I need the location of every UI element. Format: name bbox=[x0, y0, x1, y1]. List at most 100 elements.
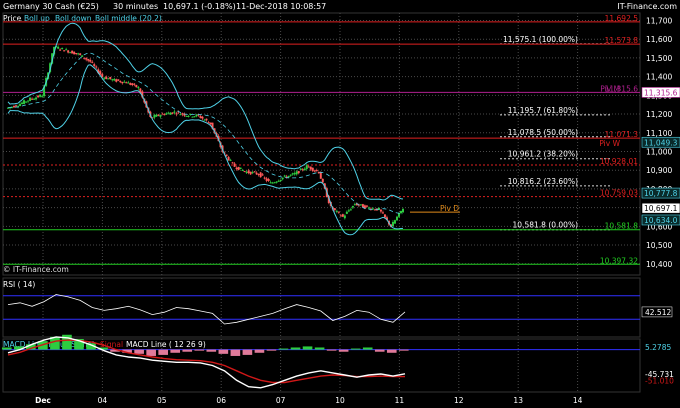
resistance-label: 11,573.8 bbox=[605, 36, 639, 45]
rsi-panel: RSI ( 14) 42.512 bbox=[2, 277, 673, 338]
macd-hist-bar bbox=[170, 349, 181, 353]
bollinger-up-line bbox=[7, 22, 404, 201]
fib-label: 10,961.2 (38.20%) bbox=[508, 150, 578, 159]
candle-body bbox=[63, 50, 66, 52]
candle-body bbox=[31, 98, 34, 100]
candle-body bbox=[235, 167, 238, 170]
candle-body bbox=[39, 94, 42, 97]
candle-body bbox=[121, 81, 124, 84]
candle-body bbox=[255, 172, 258, 175]
candle-body bbox=[133, 83, 136, 85]
macd-frame bbox=[2, 338, 641, 393]
candle-body bbox=[111, 79, 114, 81]
x-tick-label: 04 bbox=[98, 396, 108, 405]
macd-title-line: MACD Line ( 12 26 9) bbox=[126, 340, 206, 349]
candle-body bbox=[135, 84, 138, 88]
candle-body bbox=[303, 168, 306, 171]
candle-body bbox=[109, 76, 112, 80]
candle-body bbox=[399, 210, 402, 214]
candle-body bbox=[253, 171, 256, 173]
candle-body bbox=[349, 209, 352, 211]
candle-body bbox=[169, 112, 172, 115]
candle-body bbox=[75, 52, 78, 54]
resistance-label: 11,692.5 bbox=[605, 14, 639, 23]
candle-body bbox=[87, 59, 90, 61]
macd-hist-bar bbox=[254, 349, 265, 353]
macd-hist-bar bbox=[134, 349, 144, 354]
candle-body bbox=[107, 78, 110, 80]
candle-body bbox=[161, 113, 164, 115]
candle-body bbox=[83, 57, 86, 59]
candle-body bbox=[21, 102, 24, 105]
candle-body bbox=[175, 113, 178, 115]
candle-body bbox=[179, 114, 182, 116]
candle-body bbox=[209, 122, 212, 125]
rsi-frame bbox=[2, 277, 641, 338]
price-tick-label: 10,500 bbox=[646, 241, 672, 250]
macd-tick-label: -51.010 bbox=[645, 377, 674, 386]
price-tick-label: 11,200 bbox=[646, 110, 672, 119]
candle-body bbox=[59, 49, 62, 51]
candle-body bbox=[341, 214, 344, 217]
candle-body bbox=[297, 171, 300, 174]
candle-body bbox=[311, 167, 314, 171]
candle-body bbox=[233, 163, 236, 167]
header-bar bbox=[0, 0, 680, 12]
x-axis: Dec 04 05 06 07 10 11 12 13 14 bbox=[35, 396, 582, 405]
candle-body bbox=[345, 211, 348, 214]
candle-body bbox=[127, 82, 130, 84]
candle-body bbox=[105, 76, 108, 80]
candle-body bbox=[225, 154, 228, 157]
macd-hist-bar bbox=[386, 349, 397, 353]
candle-body bbox=[159, 115, 162, 117]
candle-body bbox=[347, 210, 350, 212]
candle-body bbox=[231, 162, 234, 164]
candle-body bbox=[229, 159, 232, 161]
candle-body bbox=[153, 115, 156, 118]
candle-body bbox=[307, 166, 310, 168]
header-brand: IT-Finance.com bbox=[617, 2, 677, 11]
candle-body bbox=[365, 205, 368, 207]
axis-tag-label: 10,777.8 bbox=[644, 189, 678, 198]
candle-body bbox=[61, 47, 64, 49]
candle-body bbox=[277, 180, 280, 182]
candle-body bbox=[287, 175, 290, 178]
candle-body bbox=[243, 171, 246, 173]
candle-body bbox=[185, 115, 188, 117]
macd-hist-bar bbox=[362, 347, 373, 350]
candle-body bbox=[157, 114, 160, 116]
candle-body bbox=[259, 172, 262, 178]
candle-body bbox=[35, 97, 38, 100]
fib-label: 10,581.8 (0.00%) bbox=[513, 221, 579, 230]
candle-body bbox=[67, 50, 70, 53]
candle-body bbox=[123, 81, 126, 83]
candle-body bbox=[251, 172, 254, 174]
price-tick-label: 10,400 bbox=[646, 260, 672, 269]
header-datetime: 11-Dec-2018 10:08:57 bbox=[236, 2, 326, 11]
price-tick-label: 11,000 bbox=[646, 147, 672, 156]
macd-hist-bar bbox=[230, 349, 241, 356]
x-tick-label: 05 bbox=[157, 396, 167, 405]
candle-body bbox=[275, 181, 278, 183]
candle-body bbox=[15, 105, 18, 107]
macd-hist-bar bbox=[158, 349, 169, 355]
candle-body bbox=[93, 64, 96, 66]
candle-body bbox=[65, 49, 68, 51]
chart-canvas: Germany 30 Cash (€25) 30 minutes 10,697.… bbox=[0, 0, 680, 405]
axis-tag-label: 10,634.0 bbox=[644, 216, 678, 225]
candle-body bbox=[191, 116, 194, 118]
fib-label: 11,575.1 (100.00%) bbox=[503, 35, 578, 44]
pivot-d-name: Piv D bbox=[440, 204, 459, 213]
macd-hist-bar bbox=[338, 349, 349, 352]
candle-body bbox=[117, 79, 120, 81]
fib-label: 11,078.5 (50.00%) bbox=[508, 128, 578, 137]
candle-body bbox=[379, 209, 382, 212]
axis-tag-label: 11,049.3 bbox=[644, 138, 678, 147]
candle-body bbox=[291, 173, 294, 175]
candle-body bbox=[267, 179, 270, 181]
candle-body bbox=[131, 83, 134, 86]
macd-hist-bar bbox=[266, 349, 277, 351]
candle-body bbox=[57, 46, 60, 49]
candle-body bbox=[187, 115, 190, 117]
candle-body bbox=[19, 103, 22, 106]
